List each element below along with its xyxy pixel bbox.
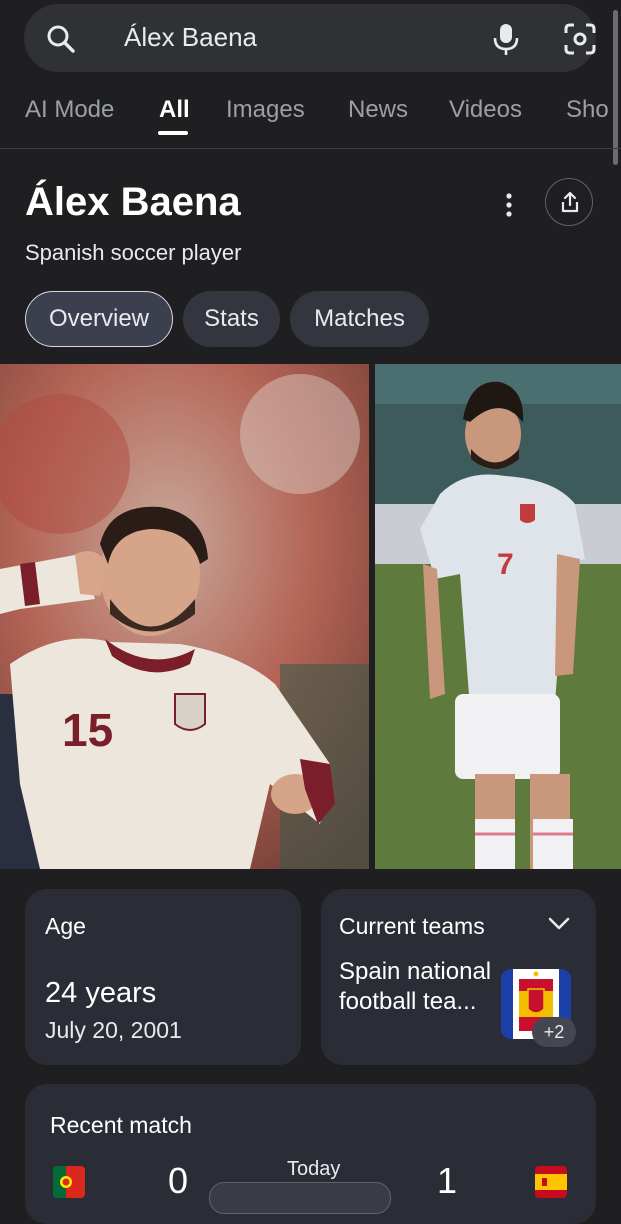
age-card[interactable]: Age 24 years July 20, 2001	[25, 889, 301, 1065]
age-label: Age	[45, 913, 86, 939]
search-query[interactable]: Álex Baena	[124, 22, 257, 53]
chip-matches[interactable]: Matches	[290, 291, 429, 347]
current-teams-card[interactable]: Current teams Spain national football te…	[321, 889, 596, 1065]
current-teams-label: Current teams	[339, 913, 485, 939]
recent-match-card[interactable]: Recent match 0 Today 1	[25, 1084, 596, 1224]
active-tab-indicator	[158, 131, 188, 135]
search-icon[interactable]	[46, 24, 76, 54]
entity-title: Álex Baena	[25, 180, 241, 224]
tab-videos[interactable]: Videos	[449, 96, 522, 124]
chip-stats[interactable]: Stats	[183, 291, 280, 347]
match-date: Today	[287, 1158, 341, 1180]
spain-flag-icon	[535, 1166, 567, 1198]
search-bar[interactable]: Álex Baena	[24, 4, 596, 72]
tab-images[interactable]: Images	[226, 96, 305, 124]
tabs-divider	[0, 148, 621, 149]
jersey-number-15: 15	[62, 704, 113, 756]
age-value: 24 years	[45, 977, 157, 1009]
chip-overview[interactable]: Overview	[25, 291, 173, 347]
search-tabs: AI Mode All Images News Videos Sho	[0, 80, 621, 148]
recent-match-label: Recent match	[50, 1112, 192, 1138]
tab-ai-mode[interactable]: AI Mode	[25, 96, 114, 124]
lens-icon[interactable]	[562, 22, 598, 56]
portugal-flag-icon	[53, 1166, 85, 1198]
away-score: 1	[437, 1160, 458, 1201]
tab-shopping[interactable]: Sho	[566, 96, 609, 124]
player-photo-2[interactable]: 7	[375, 364, 621, 869]
more-vert-icon[interactable]	[500, 192, 518, 218]
share-icon	[561, 191, 579, 213]
chevron-down-icon[interactable]	[548, 917, 570, 931]
more-teams-badge[interactable]: +2	[532, 1017, 576, 1047]
mic-icon[interactable]	[490, 22, 522, 56]
home-score: 0	[168, 1160, 189, 1201]
birth-date: July 20, 2001	[45, 1017, 182, 1043]
jersey-number-7: 7	[497, 548, 514, 581]
floating-pill[interactable]	[209, 1182, 391, 1214]
entity-description: Spanish soccer player	[25, 240, 242, 265]
tab-news[interactable]: News	[348, 96, 408, 124]
player-photo-1[interactable]: 15	[0, 364, 369, 869]
team-name[interactable]: Spain national football tea...	[339, 957, 499, 1017]
tab-all[interactable]: All	[159, 96, 190, 124]
share-button[interactable]	[545, 178, 593, 226]
